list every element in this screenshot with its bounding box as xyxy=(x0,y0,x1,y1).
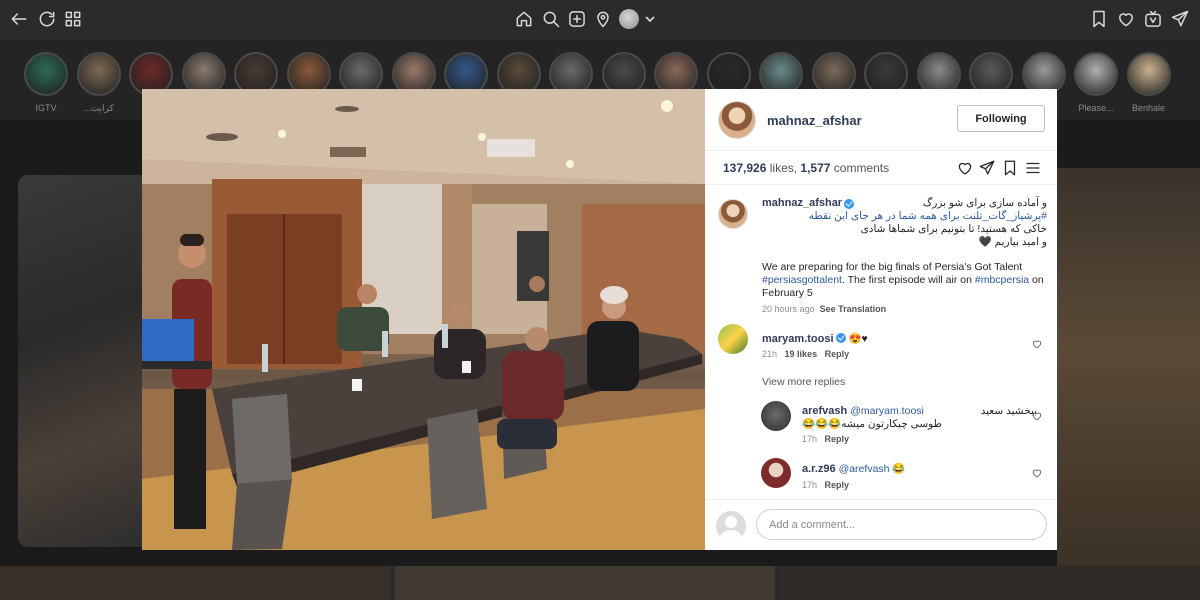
post-header: mahnaz_afshar Following xyxy=(705,89,1057,151)
caption-persian-4: و امید بیاریم 🖤 xyxy=(978,236,1047,248)
post-stats-bar: 137,926 likes, 1,577 comments xyxy=(705,151,1057,185)
post-stats: 137,926 likes, 1,577 comments xyxy=(723,161,890,175)
comment: a.r.z96 @arefvash 😂 xyxy=(802,462,906,475)
add-comment-input[interactable] xyxy=(756,509,1047,540)
reply-link[interactable]: Reply xyxy=(825,349,850,359)
grid-icon[interactable] xyxy=(62,8,84,30)
story-avatar[interactable] xyxy=(1126,52,1171,96)
caption-english-mid: . The first episode will air on xyxy=(841,274,975,286)
current-user-avatar xyxy=(716,511,746,541)
browser-toolbar xyxy=(0,0,1200,40)
caption-persian-2[interactable]: #پرشیاز_گات_تلنت برای همه شما در هر جای … xyxy=(762,210,1047,223)
post-photo-illustration xyxy=(142,89,705,550)
caption-line: mahnaz_afshar و آماده سازی برای شو بزرگ xyxy=(762,197,1047,210)
back-arrow-icon[interactable] xyxy=(8,8,30,30)
comment-meta: 17h Reply xyxy=(802,434,849,444)
commenter-avatar[interactable] xyxy=(761,458,791,488)
comment-like-icon[interactable] xyxy=(1031,466,1043,478)
reply-link[interactable]: Reply xyxy=(825,480,850,490)
refresh-icon[interactable] xyxy=(36,8,58,30)
commenter-username[interactable]: maryam.toosi xyxy=(762,333,834,345)
save-icon[interactable] xyxy=(1000,158,1020,178)
verified-badge-icon xyxy=(835,333,846,343)
commenter-username[interactable]: a.r.z96 xyxy=(802,463,836,475)
bookmark-icon[interactable] xyxy=(1088,8,1110,30)
comment-like-icon[interactable] xyxy=(1031,337,1043,349)
comment-time: 17h xyxy=(802,434,818,444)
comment-text: 😂 xyxy=(892,463,906,475)
story-label: ...کرایت xyxy=(83,103,114,113)
caption-persian-3: خاکی که هستید! تا بتونیم برای شماها شادی xyxy=(860,223,1047,235)
story-label: Benhale xyxy=(1131,103,1166,113)
commenter-avatar[interactable] xyxy=(718,324,748,354)
comment-time: 17h xyxy=(802,480,818,490)
mention-link[interactable]: @arefvash xyxy=(839,463,890,475)
background-post-thumbnails xyxy=(0,566,1200,600)
avatar[interactable] xyxy=(619,9,639,29)
caption-author-avatar[interactable] xyxy=(718,199,748,229)
comment-text: ببخشید سعید xyxy=(980,405,1037,417)
add-comment-bar xyxy=(705,499,1057,550)
comment-like-icon[interactable] xyxy=(1031,409,1043,421)
comments-list: mahnaz_afshar و آماده سازی برای شو بزرگ #… xyxy=(705,186,1057,499)
comments-count[interactable]: 1,577 xyxy=(800,161,830,175)
comment: arefvash @maryam.toosi ببخشید سعید طوسی … xyxy=(802,405,1037,431)
like-icon[interactable] xyxy=(955,158,975,178)
likes-label: likes xyxy=(769,161,794,175)
comment-text: 😍♥ xyxy=(848,333,868,345)
commenter-avatar[interactable] xyxy=(761,401,791,431)
post-photo[interactable] xyxy=(142,89,705,550)
background-post-image xyxy=(18,175,158,547)
likes-count[interactable]: 137,926 xyxy=(723,161,766,175)
comment-meta: 21h 19 likes Reply xyxy=(762,349,849,359)
search-icon[interactable] xyxy=(540,8,562,30)
comment-time: 21h xyxy=(762,349,778,359)
comment-meta: 17h Reply xyxy=(802,480,849,490)
post-side-panel: mahnaz_afshar Following 137,926 likes, 1… xyxy=(705,89,1057,550)
caption-english-prefix: We are preparing for the big finals of P… xyxy=(762,261,1023,273)
author-username[interactable]: mahnaz_afshar xyxy=(767,113,862,128)
story-avatar[interactable] xyxy=(24,52,68,96)
mention-link[interactable]: @maryam.toosi xyxy=(850,405,924,417)
verified-badge-icon xyxy=(844,199,855,209)
see-translation-link[interactable]: See Translation xyxy=(820,304,887,314)
author-avatar[interactable] xyxy=(718,101,756,139)
story-avatar[interactable] xyxy=(1074,52,1118,96)
heart-icon[interactable] xyxy=(1115,8,1137,30)
comments-label: comments xyxy=(833,161,890,175)
home-icon[interactable] xyxy=(513,8,535,30)
comment: maryam.toosi 😍♥ xyxy=(762,332,868,345)
story-avatar[interactable] xyxy=(76,52,121,96)
post-modal: mahnaz_afshar Following 137,926 likes, 1… xyxy=(142,89,1057,550)
caption-author[interactable]: mahnaz_afshar xyxy=(762,197,842,210)
menu-icon[interactable] xyxy=(1023,158,1043,178)
hashtag-link[interactable]: #persiasgottalent xyxy=(762,274,842,286)
comment-likes[interactable]: 19 likes xyxy=(785,349,818,359)
view-more-replies[interactable]: View more replies xyxy=(762,376,845,388)
background-post-image xyxy=(1057,168,1200,568)
share-icon[interactable] xyxy=(977,158,997,178)
hashtag-link[interactable]: #mbcpersia xyxy=(975,274,1029,286)
send-icon[interactable] xyxy=(1169,8,1191,30)
caption-english: We are preparing for the big finals of P… xyxy=(762,261,1047,300)
caption-meta: 20 hours ago See Translation xyxy=(762,304,886,314)
caption-persian-1: و آماده سازی برای شو بزرگ xyxy=(922,197,1047,209)
chevron-down-icon[interactable] xyxy=(644,12,656,24)
igtv-icon[interactable] xyxy=(1142,8,1164,30)
commenter-username[interactable]: arefvash xyxy=(802,405,847,417)
caption: mahnaz_afshar و آماده سازی برای شو بزرگ #… xyxy=(762,197,1047,300)
reply-link[interactable]: Reply xyxy=(825,434,850,444)
new-post-icon[interactable] xyxy=(566,8,588,30)
location-icon[interactable] xyxy=(592,8,614,30)
caption-time: 20 hours ago xyxy=(762,304,815,314)
following-button[interactable]: Following xyxy=(957,105,1045,132)
comment-text: طوسی چیکارتون میشه😂😂😂 xyxy=(802,418,942,430)
